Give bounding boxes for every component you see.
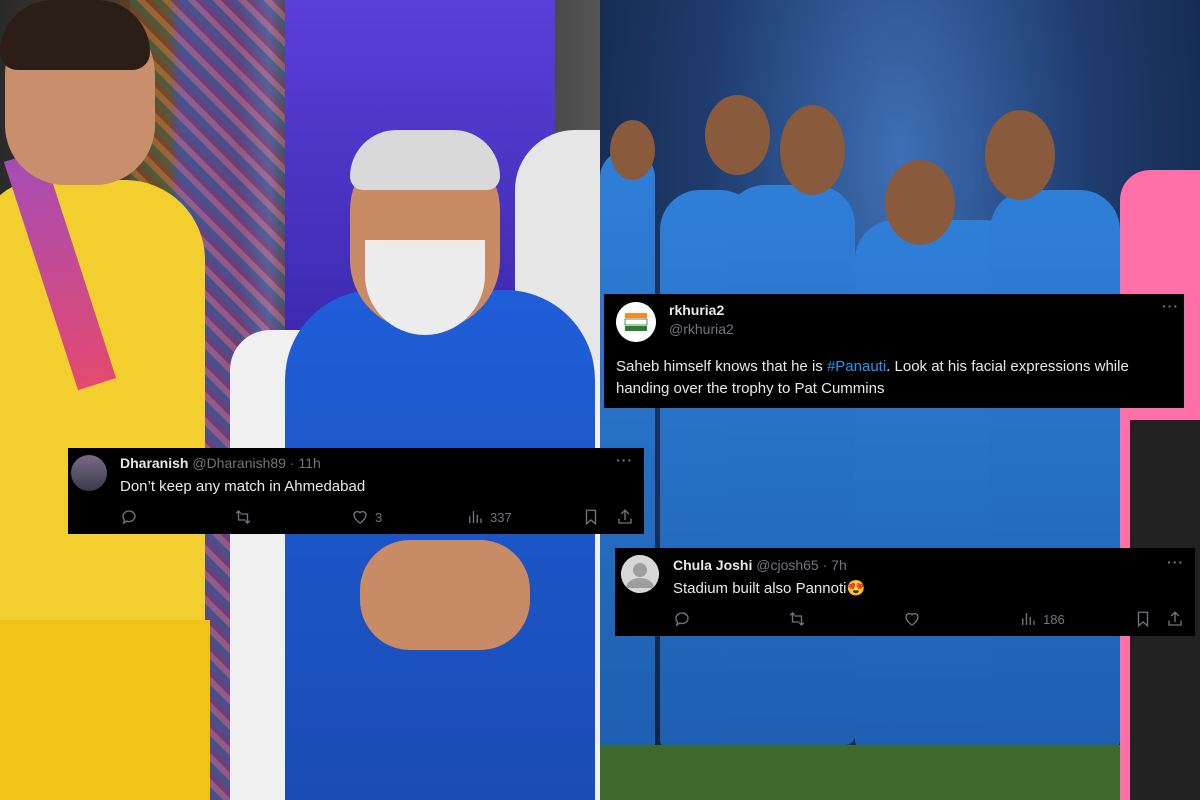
reply-button[interactable]	[673, 610, 691, 628]
like-icon	[905, 612, 919, 626]
avatar[interactable]	[71, 455, 107, 491]
bharat-jodo-logo-icon	[616, 302, 656, 342]
share-icon	[1168, 611, 1182, 626]
reply-icon	[675, 612, 689, 627]
more-options-icon[interactable]: ···	[1162, 298, 1179, 314]
view-count: 337	[490, 509, 512, 525]
views-button[interactable]: 186	[1019, 610, 1065, 628]
tweet-card[interactable]: Dharanish @Dharanish89 · 11h ··· Don’t k…	[68, 448, 644, 534]
tweet-card[interactable]: rkhuria2 @rkhuria2 ··· Saheb himself kno…	[604, 294, 1184, 408]
retweet-icon	[235, 510, 251, 524]
hashtag-link[interactable]: #Panauti	[827, 358, 886, 375]
author-handle[interactable]: @Dharanish89	[192, 455, 286, 471]
share-button[interactable]	[616, 508, 634, 526]
player-head	[885, 160, 955, 245]
like-count: 3	[375, 509, 383, 525]
default-user-icon	[621, 555, 659, 593]
tweet-card[interactable]: Chula Joshi @cjosh65 · 7h ··· Stadium bu…	[615, 548, 1195, 636]
more-options-icon[interactable]: ···	[616, 452, 633, 468]
man-hair	[350, 130, 500, 190]
views-icon	[1022, 613, 1035, 625]
avatar[interactable]	[621, 555, 659, 593]
more-options-icon[interactable]: ···	[1167, 554, 1184, 570]
share-icon	[618, 509, 632, 524]
bookmark-icon	[585, 509, 597, 526]
timestamp[interactable]: · 11h	[290, 455, 321, 471]
author-name[interactable]: rkhuria2	[669, 302, 724, 318]
tweet-text: Stadium built also Pannoti😍	[673, 580, 866, 597]
retweet-icon	[789, 612, 805, 626]
tweet-text-part: Saheb himself knows that he is	[616, 358, 827, 375]
player-head	[780, 105, 845, 195]
reply-icon	[122, 510, 136, 525]
player-head	[610, 120, 655, 180]
reply-button[interactable]	[120, 508, 138, 526]
like-icon	[353, 510, 367, 524]
author-name[interactable]: Chula Joshi	[673, 557, 752, 573]
bookmark-icon	[1137, 611, 1149, 628]
bookmark-button[interactable]	[1134, 610, 1152, 628]
cricketer-hair	[0, 0, 150, 70]
player-head	[705, 95, 770, 175]
bookmark-button[interactable]	[582, 508, 600, 526]
timestamp[interactable]: · 7h	[823, 557, 847, 573]
author-handle[interactable]: @cjosh65	[756, 557, 818, 573]
share-button[interactable]	[1166, 610, 1184, 628]
player-head	[985, 110, 1055, 200]
like-button[interactable]: 3	[351, 508, 382, 526]
views-icon	[469, 511, 482, 523]
player	[725, 185, 855, 745]
author-line: Dharanish @Dharanish89 · 11h	[120, 455, 321, 471]
author-handle[interactable]: @rkhuria2	[669, 321, 734, 337]
views-button[interactable]: 337	[466, 508, 512, 526]
tweet-text: Saheb himself knows that he is #Panauti.…	[616, 356, 1176, 400]
retweet-button[interactable]	[234, 508, 252, 526]
author-line: Chula Joshi @cjosh65 · 7h	[673, 557, 847, 573]
photo-left	[0, 0, 600, 800]
author-name[interactable]: Dharanish	[120, 455, 188, 471]
handshake	[360, 540, 530, 650]
cricketer-shorts	[0, 620, 210, 800]
avatar[interactable]	[616, 302, 656, 342]
retweet-button[interactable]	[788, 610, 806, 628]
tweet-text: Don’t keep any match in Ahmedabad	[120, 478, 366, 495]
like-button[interactable]	[903, 610, 921, 628]
player	[990, 190, 1120, 750]
pitch-grass	[600, 745, 1200, 800]
view-count: 186	[1043, 611, 1065, 627]
